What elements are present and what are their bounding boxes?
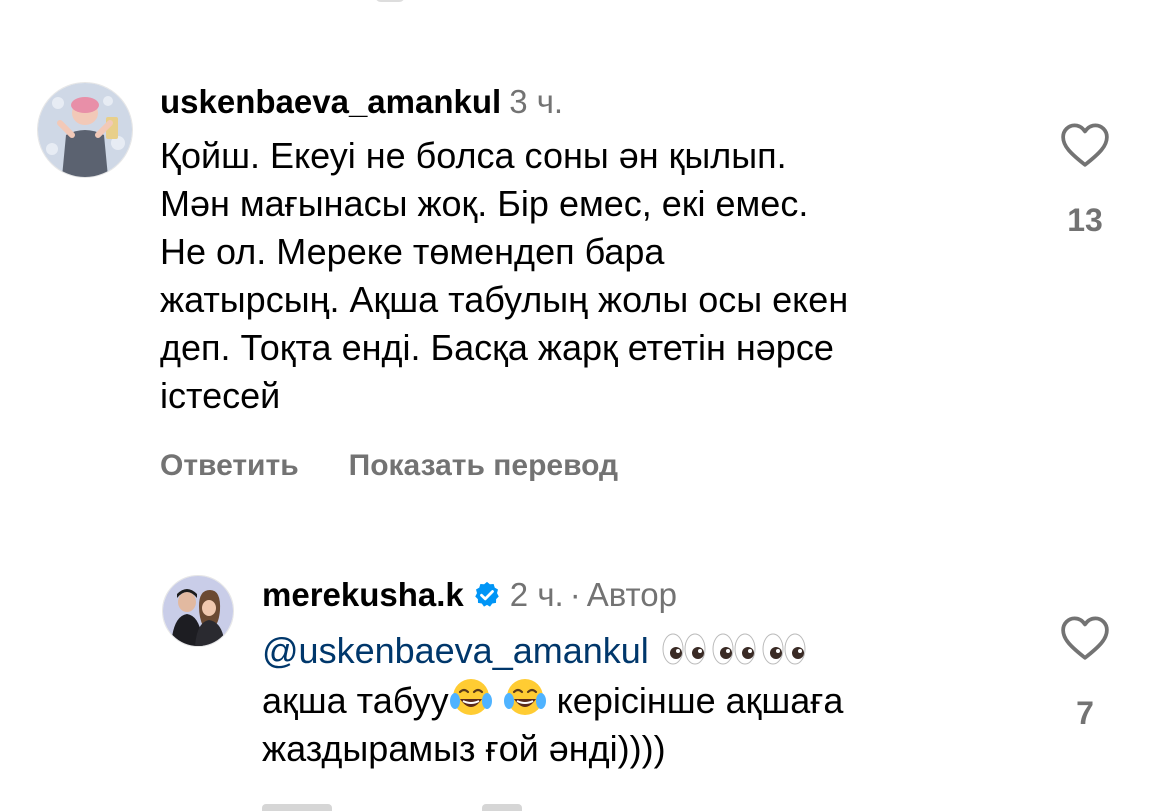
- comment-text: @uskenbaeva_amankul ақша табуу керісінше…: [262, 627, 1002, 773]
- avatar[interactable]: [162, 575, 234, 647]
- comment-text-line: Қойш. Екеуі не болса соны ән қылып.: [160, 135, 787, 176]
- like-control: 13: [1055, 122, 1115, 238]
- eyes-emoji-icon: [712, 633, 756, 665]
- avatar[interactable]: [37, 82, 133, 178]
- heart-outline-icon[interactable]: [1060, 122, 1110, 168]
- meta-separator: ·: [569, 576, 581, 613]
- comment-username[interactable]: merekusha.k: [262, 576, 464, 613]
- comment-body: uskenbaeva_amankul 3 ч. Қойш. Екеуі не бо…: [160, 82, 1020, 486]
- comment-text-line: @uskenbaeva_amankul: [262, 627, 1002, 675]
- comment-text: Қойш. Екеуі не болса соны ән қылып. Мән …: [160, 132, 1020, 420]
- heart-outline-icon[interactable]: [1060, 615, 1110, 661]
- eyes-emoji-icon: [662, 633, 706, 665]
- comment-meta: uskenbaeva_amankul 3 ч.: [160, 82, 1020, 122]
- eyes-emoji-group: [659, 630, 809, 671]
- comment-text-fragment: ақша табуу: [262, 680, 449, 721]
- comment-time: 2 ч.: [509, 576, 564, 613]
- show-translation-button[interactable]: Показать перевод: [349, 449, 618, 482]
- comment-body: merekusha.k 2 ч. · Автор @uskenbaeva_amank…: [262, 575, 1002, 773]
- comment-actions: Ответить Показать перевод: [160, 446, 1020, 486]
- verified-badge-icon: [475, 581, 499, 607]
- comment-time: 3 ч.: [509, 83, 564, 120]
- reply-button[interactable]: Ответить: [160, 449, 299, 482]
- tears-of-joy-emoji-icon: [503, 679, 546, 715]
- comment-text-fragment: керісінше ақшаға: [556, 680, 844, 721]
- author-label: Автор: [586, 576, 677, 613]
- comment-text-line: Мән мағынасы жоқ. Бір емес, екі емес.: [160, 183, 809, 224]
- like-count: 7: [1076, 695, 1094, 731]
- comment-text-line: жатырсың. Ақша табулың жолы осы екен: [160, 279, 849, 320]
- comments-screen: uskenbaeva_amankul 3 ч. Қойш. Екеуі не бо…: [0, 0, 1170, 811]
- comment-text-line: ақша табуу керісінше ақшаға: [262, 675, 1002, 725]
- comment-meta: merekusha.k 2 ч. · Автор: [262, 575, 1002, 615]
- next-actions-fragment: [262, 800, 562, 811]
- comment-username[interactable]: uskenbaeva_amankul: [160, 83, 501, 120]
- comment-text-line: жаздырамыз ғой әнді)))): [262, 728, 666, 769]
- like-control: 7: [1055, 615, 1115, 731]
- tears-of-joy-emoji-icon: [449, 679, 492, 715]
- previous-comment-fragment: [375, 0, 405, 2]
- comment-text-line: істесей: [160, 375, 281, 416]
- eyes-emoji-icon: [762, 633, 806, 665]
- comment-text-line: деп. Тоқта енді. Басқа жарқ ететін нәрсе: [160, 327, 834, 368]
- like-count: 13: [1067, 202, 1103, 238]
- mention-link[interactable]: @uskenbaeva_amankul: [262, 630, 649, 671]
- comment-text-line: Не ол. Мереке төмендеп бара: [160, 231, 665, 272]
